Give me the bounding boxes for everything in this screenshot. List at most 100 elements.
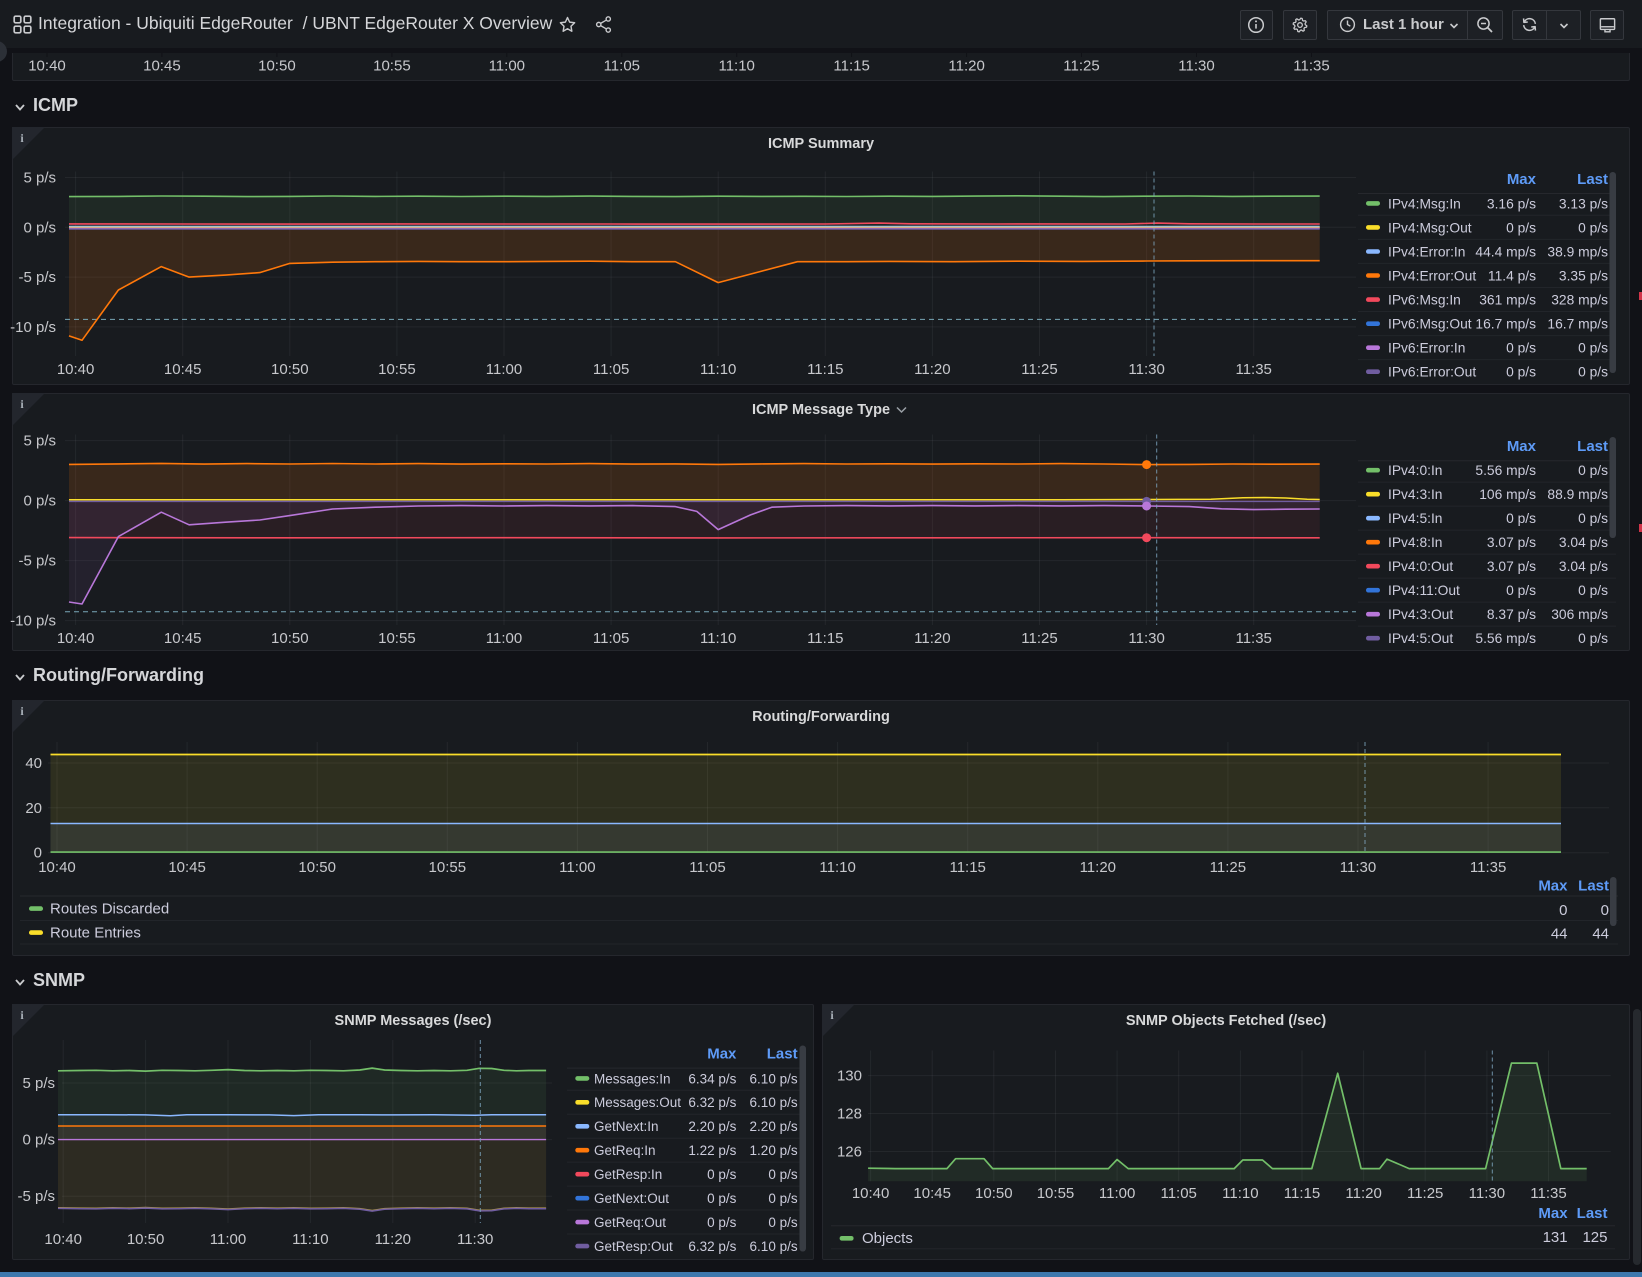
svg-text:6.32 p/s: 6.32 p/s [688, 1095, 736, 1110]
svg-text:0 p/s: 0 p/s [768, 1167, 798, 1182]
svg-text:126: 126 [837, 1144, 862, 1161]
svg-text:Max: Max [1538, 1205, 1568, 1222]
svg-text:0 p/s: 0 p/s [707, 1191, 737, 1206]
svg-text:IPv6:Msg:Out: IPv6:Msg:Out [1388, 317, 1472, 332]
svg-text:11:05: 11:05 [604, 58, 640, 75]
svg-text:11:35: 11:35 [1470, 859, 1506, 876]
svg-text:0 p/s: 0 p/s [1578, 341, 1608, 356]
svg-text:11:15: 11:15 [807, 630, 843, 647]
svg-text:130: 130 [837, 1068, 862, 1085]
svg-text:11:20: 11:20 [914, 630, 950, 647]
svg-text:10:55: 10:55 [429, 859, 467, 876]
svg-text:44.4 mp/s: 44.4 mp/s [1475, 244, 1536, 259]
svg-text:Max: Max [707, 1046, 737, 1063]
svg-text:11:10: 11:10 [700, 630, 736, 647]
svg-text:3.35 p/s: 3.35 p/s [1559, 268, 1608, 283]
svg-text:11:10: 11:10 [1222, 1185, 1258, 1202]
svg-text:11:20: 11:20 [1080, 859, 1116, 876]
svg-text:11:10: 11:10 [292, 1231, 328, 1248]
svg-text:IPv6:Msg:In: IPv6:Msg:In [1388, 293, 1461, 308]
svg-text:IPv4:5:In: IPv4:5:In [1388, 511, 1442, 526]
svg-text:GetReq:In: GetReq:In [594, 1143, 656, 1158]
svg-text:10:40: 10:40 [57, 361, 95, 378]
svg-text:0 p/s: 0 p/s [1506, 341, 1536, 356]
svg-text:10:55: 10:55 [1037, 1185, 1075, 1202]
svg-text:0: 0 [1601, 902, 1609, 919]
svg-text:6.10 p/s: 6.10 p/s [750, 1239, 798, 1254]
svg-text:10:40: 10:40 [57, 630, 95, 647]
svg-text:11:30: 11:30 [1128, 630, 1164, 647]
svg-text:0 p/s: 0 p/s [768, 1191, 798, 1206]
svg-text:6.32 p/s: 6.32 p/s [688, 1239, 736, 1254]
svg-text:128: 128 [837, 1106, 862, 1123]
svg-text:11:20: 11:20 [914, 361, 950, 378]
svg-text:11:10: 11:10 [700, 361, 736, 378]
svg-text:16.7 mp/s: 16.7 mp/s [1475, 317, 1536, 332]
svg-text:3.07 p/s: 3.07 p/s [1487, 535, 1536, 550]
svg-text:IPv6:Error:Out: IPv6:Error:Out [1388, 365, 1476, 380]
svg-text:IPv4:Error:In: IPv4:Error:In [1388, 244, 1465, 259]
svg-text:0 p/s: 0 p/s [707, 1167, 737, 1182]
svg-text:10:50: 10:50 [271, 361, 309, 378]
svg-text:GetReq:Out: GetReq:Out [594, 1215, 666, 1230]
svg-text:-5 p/s: -5 p/s [17, 1188, 55, 1205]
svg-text:11:05: 11:05 [1160, 1185, 1196, 1202]
svg-text:Last: Last [1577, 438, 1608, 455]
svg-text:11:00: 11:00 [486, 630, 522, 647]
svg-text:11:15: 11:15 [833, 58, 869, 75]
svg-text:11:25: 11:25 [1210, 859, 1246, 876]
svg-text:1.22 p/s: 1.22 p/s [688, 1143, 736, 1158]
svg-text:GetResp:In: GetResp:In [594, 1167, 662, 1182]
svg-text:IPv4:8:In: IPv4:8:In [1388, 535, 1442, 550]
svg-text:0: 0 [1559, 902, 1567, 919]
svg-text:Max: Max [1538, 878, 1568, 895]
svg-text:106 mp/s: 106 mp/s [1479, 487, 1536, 502]
svg-text:11:25: 11:25 [1407, 1185, 1443, 1202]
svg-text:11:05: 11:05 [593, 361, 629, 378]
svg-text:0 p/s: 0 p/s [1506, 511, 1536, 526]
svg-text:10:45: 10:45 [164, 630, 202, 647]
svg-text:11:30: 11:30 [1469, 1185, 1505, 1202]
svg-text:11:20: 11:20 [1345, 1185, 1381, 1202]
svg-text:3.04 p/s: 3.04 p/s [1559, 535, 1608, 550]
svg-text:10:55: 10:55 [378, 630, 416, 647]
svg-text:2.20 p/s: 2.20 p/s [688, 1119, 736, 1134]
svg-text:0 p/s: 0 p/s [1578, 583, 1608, 598]
svg-text:11:20: 11:20 [375, 1231, 411, 1248]
svg-text:11:35: 11:35 [1235, 361, 1271, 378]
svg-text:-5 p/s: -5 p/s [18, 269, 56, 286]
svg-text:Routing/Forwarding: Routing/Forwarding [752, 709, 890, 725]
svg-text:6.10 p/s: 6.10 p/s [750, 1071, 798, 1086]
svg-text:1.20 p/s: 1.20 p/s [750, 1143, 798, 1158]
svg-text:131: 131 [1543, 1229, 1568, 1246]
svg-text:5.56 mp/s: 5.56 mp/s [1475, 631, 1536, 646]
svg-text:328 mp/s: 328 mp/s [1551, 293, 1608, 308]
svg-text:10:40: 10:40 [38, 859, 76, 876]
svg-text:2.20 p/s: 2.20 p/s [750, 1119, 798, 1134]
svg-text:0 p/s: 0 p/s [23, 493, 56, 510]
svg-text:306 mp/s: 306 mp/s [1551, 607, 1608, 622]
svg-text:GetNext:In: GetNext:In [594, 1119, 659, 1134]
svg-text:IPv4:3:Out: IPv4:3:Out [1388, 607, 1453, 622]
svg-text:Last: Last [767, 1046, 798, 1063]
svg-text:10:45: 10:45 [143, 58, 181, 75]
svg-text:Last: Last [1578, 878, 1609, 895]
svg-text:GetNext:Out: GetNext:Out [594, 1191, 669, 1206]
svg-text:10:50: 10:50 [258, 58, 296, 75]
svg-text:5 p/s: 5 p/s [22, 1075, 55, 1092]
svg-text:125: 125 [1582, 1229, 1607, 1246]
svg-text:0 p/s: 0 p/s [1506, 583, 1536, 598]
svg-text:Messages:Out: Messages:Out [594, 1095, 681, 1110]
svg-text:11:00: 11:00 [1099, 1185, 1135, 1202]
svg-text:11:15: 11:15 [1284, 1185, 1320, 1202]
svg-text:11:00: 11:00 [559, 859, 595, 876]
svg-text:-10 p/s: -10 p/s [10, 613, 56, 630]
svg-text:-5 p/s: -5 p/s [18, 553, 56, 570]
svg-text:3.07 p/s: 3.07 p/s [1487, 559, 1536, 574]
svg-text:Routes Discarded: Routes Discarded [50, 901, 169, 918]
svg-text:11:20: 11:20 [948, 58, 984, 75]
svg-text:11:00: 11:00 [210, 1231, 246, 1248]
svg-text:IPv4:0:In: IPv4:0:In [1388, 463, 1442, 478]
svg-text:IPv4:Msg:In: IPv4:Msg:In [1388, 196, 1461, 211]
svg-text:10:45: 10:45 [913, 1185, 951, 1202]
